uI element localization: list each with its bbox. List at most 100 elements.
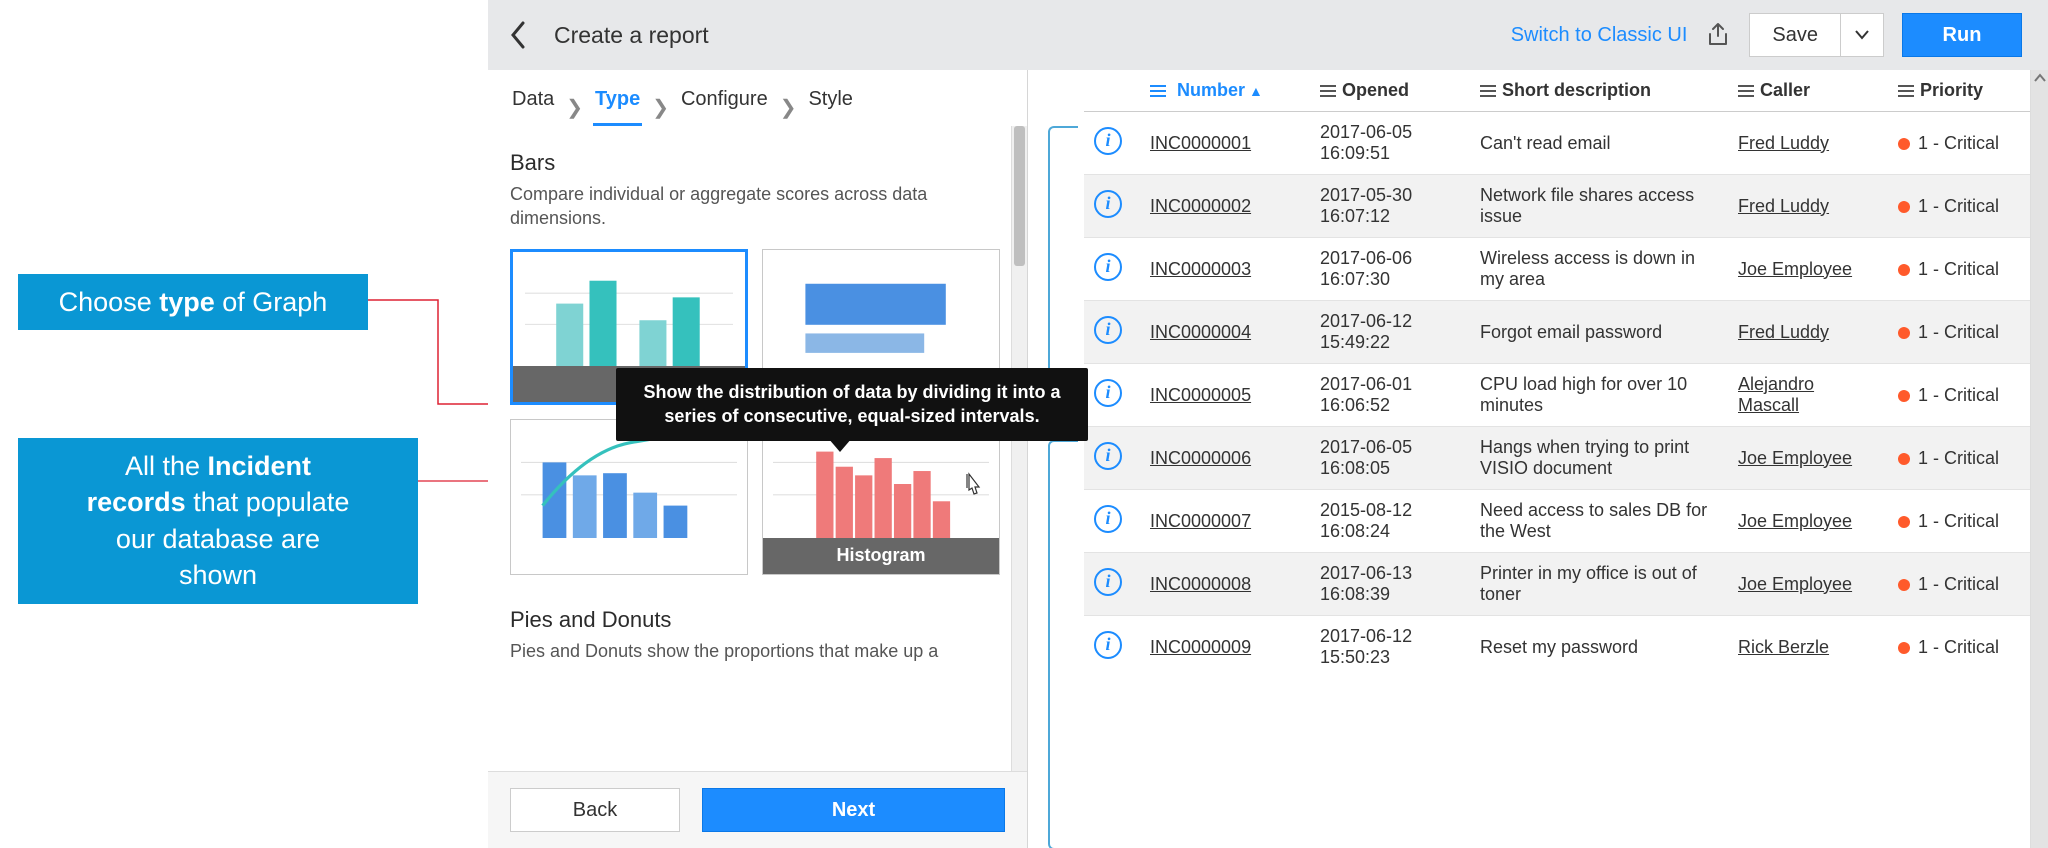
- back-button-footer[interactable]: Back: [510, 788, 680, 832]
- incident-table: Number▲ Opened Short description Caller …: [1084, 70, 2038, 678]
- col-header-number[interactable]: Number▲: [1140, 70, 1310, 112]
- caret-down-icon: [1855, 30, 1869, 40]
- page-title: Create a report: [554, 22, 709, 49]
- table-row: INC00000012017-06-0516:09:51Can't read e…: [1084, 112, 2038, 175]
- scroll-up-icon[interactable]: [2031, 70, 2048, 86]
- back-button[interactable]: [500, 17, 536, 53]
- priority-dot-icon: [1898, 138, 1910, 150]
- left-pane-scrollbar[interactable]: [1011, 126, 1027, 771]
- col-header-priority[interactable]: Priority: [1888, 70, 2038, 112]
- cell-short-desc: Network file shares access issue: [1470, 175, 1728, 238]
- bracket-annotation-2: [1048, 440, 1078, 848]
- incident-number-link[interactable]: INC0000009: [1150, 637, 1251, 657]
- info-icon[interactable]: [1094, 442, 1122, 470]
- column-menu-icon[interactable]: [1738, 84, 1754, 98]
- caller-link[interactable]: Fred Luddy: [1738, 322, 1829, 342]
- caller-link[interactable]: Fred Luddy: [1738, 196, 1829, 216]
- caller-link[interactable]: Joe Employee: [1738, 511, 1852, 531]
- col-header-opened[interactable]: Opened: [1310, 70, 1470, 112]
- priority-dot-icon: [1898, 201, 1910, 213]
- cell-priority: 1 - Critical: [1888, 112, 2038, 175]
- priority-dot-icon: [1898, 579, 1910, 591]
- info-icon[interactable]: [1094, 127, 1122, 155]
- incident-number-link[interactable]: INC0000005: [1150, 385, 1251, 405]
- column-menu-icon[interactable]: [1480, 84, 1496, 98]
- incident-number-link[interactable]: INC0000006: [1150, 448, 1251, 468]
- cell-opened: 2017-05-3016:07:12: [1310, 175, 1470, 238]
- table-row: INC00000062017-06-0516:08:05Hangs when t…: [1084, 427, 2038, 490]
- priority-dot-icon: [1898, 453, 1910, 465]
- section-desc-bars: Compare individual or aggregate scores a…: [510, 182, 1005, 231]
- run-button[interactable]: Run: [1902, 13, 2022, 57]
- info-icon[interactable]: [1094, 505, 1122, 533]
- chevron-right-icon: ❯: [566, 95, 583, 120]
- wizard-steps: Data ❯ Type ❯ Configure ❯ Style: [488, 70, 1027, 126]
- wizard-footer: Back Next: [488, 771, 1027, 848]
- incident-number-link[interactable]: INC0000002: [1150, 196, 1251, 216]
- cell-opened: 2017-06-1316:08:39: [1310, 553, 1470, 616]
- cell-short-desc: Can't read email: [1470, 112, 1728, 175]
- incident-number-link[interactable]: INC0000007: [1150, 511, 1251, 531]
- histogram-chart-icon: [773, 430, 989, 538]
- cell-short-desc: Printer in my office is out of toner: [1470, 553, 1728, 616]
- callout-incident-records: All the Incident records that populate o…: [18, 438, 418, 604]
- cell-priority: 1 - Critical: [1888, 490, 2038, 553]
- info-icon[interactable]: [1094, 190, 1122, 218]
- share-icon[interactable]: [1705, 22, 1731, 48]
- caller-link[interactable]: Fred Luddy: [1738, 133, 1829, 153]
- incident-number-link[interactable]: INC0000001: [1150, 133, 1251, 153]
- save-dropdown-button[interactable]: [1841, 13, 1884, 57]
- table-row: INC0000002 2017-05-3016:07:12Network file…: [1084, 175, 2038, 238]
- info-icon[interactable]: [1094, 379, 1122, 407]
- cell-short-desc: Need access to sales DB for the West: [1470, 490, 1728, 553]
- priority-dot-icon: [1898, 642, 1910, 654]
- save-button[interactable]: Save: [1749, 13, 1841, 57]
- caller-link[interactable]: Alejandro Mascall: [1738, 374, 1814, 415]
- table-row: INC00000042017-06-1215:49:22Forgot email…: [1084, 301, 2038, 364]
- col-header-short-desc[interactable]: Short description: [1470, 70, 1728, 112]
- caller-link[interactable]: Joe Employee: [1738, 448, 1852, 468]
- cell-opened: 2017-06-0516:08:05: [1310, 427, 1470, 490]
- switch-classic-link[interactable]: Switch to Classic UI: [1511, 24, 1688, 47]
- caller-link[interactable]: Rick Berzle: [1738, 637, 1829, 657]
- cell-opened: 2017-06-0116:06:52: [1310, 364, 1470, 427]
- column-menu-icon[interactable]: [1898, 84, 1914, 98]
- step-data[interactable]: Data: [510, 88, 556, 126]
- sort-asc-icon: ▲: [1249, 83, 1263, 99]
- caller-link[interactable]: Joe Employee: [1738, 259, 1852, 279]
- info-icon[interactable]: [1094, 631, 1122, 659]
- cell-priority: 1 - Critical: [1888, 553, 2038, 616]
- info-icon[interactable]: [1094, 316, 1122, 344]
- cell-opened: 2017-06-0616:07:30: [1310, 238, 1470, 301]
- col-header-caller[interactable]: Caller: [1728, 70, 1888, 112]
- tooltip-tail: [828, 438, 852, 452]
- step-style[interactable]: Style: [806, 88, 854, 126]
- priority-dot-icon: [1898, 327, 1910, 339]
- incident-number-link[interactable]: INC0000004: [1150, 322, 1251, 342]
- column-menu-icon[interactable]: [1320, 84, 1336, 98]
- info-icon[interactable]: [1094, 568, 1122, 596]
- chart-card-histogram[interactable]: Histogram: [762, 419, 1000, 575]
- caller-link[interactable]: Joe Employee: [1738, 574, 1852, 594]
- next-button[interactable]: Next: [702, 788, 1005, 832]
- incident-number-link[interactable]: INC0000008: [1150, 574, 1251, 594]
- cell-priority: 1 - Critical: [1888, 616, 2038, 679]
- cell-short-desc: CPU load high for over 10 minutes: [1470, 364, 1728, 427]
- chevron-right-icon: ❯: [652, 95, 669, 120]
- chart-card-label: Histogram: [763, 538, 999, 574]
- section-desc-pies: Pies and Donuts show the proportions tha…: [510, 639, 1005, 663]
- cell-priority: 1 - Critical: [1888, 427, 2038, 490]
- cell-short-desc: Forgot email password: [1470, 301, 1728, 364]
- step-type[interactable]: Type: [593, 88, 642, 126]
- hbar-chart-icon: [773, 260, 989, 368]
- chart-card-pareto[interactable]: [510, 419, 748, 575]
- info-icon[interactable]: [1094, 253, 1122, 281]
- right-pane-scrollbar[interactable]: [2030, 70, 2048, 848]
- incident-number-link[interactable]: INC0000003: [1150, 259, 1251, 279]
- pointer-cursor-icon: [961, 472, 985, 500]
- cell-priority: 1 - Critical: [1888, 364, 2038, 427]
- cell-opened: 2015-08-1216:08:24: [1310, 490, 1470, 553]
- step-configure[interactable]: Configure: [679, 88, 770, 126]
- cell-priority: 1 - Critical: [1888, 175, 2038, 238]
- column-menu-icon[interactable]: [1150, 84, 1166, 98]
